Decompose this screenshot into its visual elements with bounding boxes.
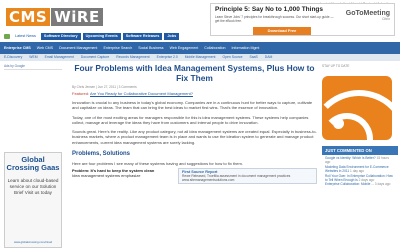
cat-item[interactable]: Web Engagement <box>170 42 199 54</box>
subcategory-nav: E-Discovery WEM Email Management Documen… <box>0 54 400 61</box>
ads-by-google[interactable]: Ads by Google <box>4 64 62 70</box>
side-banner-ad[interactable]: Global Crossing Gaas Learn about cloud-b… <box>4 152 62 248</box>
cat-item[interactable]: Enterprise Search <box>103 42 132 54</box>
cat-item[interactable]: Document Management <box>59 42 97 54</box>
related-report-link[interactable]: www.sitemanagementsolutions.com <box>182 178 313 182</box>
article-byline: By Chris Jensen | Jun 27, 2011 | 3 Comme… <box>72 85 137 89</box>
side-banner-text: Learn about cloud-based service on our S… <box>7 178 59 195</box>
section-heading: Problems, Solutions <box>72 151 131 158</box>
subcat-item[interactable]: Email Management <box>45 54 74 61</box>
article-paragraph: Innovation is crucial to any business in… <box>72 100 313 111</box>
header: CMSWiRE Login | Newsletter | About | Con… <box>0 0 400 42</box>
ad-download-button[interactable]: Download Free <box>253 27 311 35</box>
just-commented-heading: JUST COMMENTED ON <box>322 146 398 155</box>
related-report-box[interactable]: First Source Report Rewe Released, Truef… <box>178 168 317 185</box>
subcat-item[interactable]: Open Source <box>222 54 242 61</box>
logo-left: CMS <box>6 8 51 26</box>
comment-meta: 2 days ago <box>358 178 375 183</box>
comment-title[interactable]: Google vs Identity: Which Is Better? <box>325 156 376 160</box>
nav-jobs[interactable]: Jobs <box>164 33 180 40</box>
comment-item[interactable]: Google vs Identity: Which Is Better? 15 … <box>325 156 395 165</box>
site-logo[interactable]: CMS WiRE <box>6 8 103 26</box>
ad-text: Learn Steve Jobs' 7 principles for break… <box>215 15 334 23</box>
problem-section: Problem: It's hard to keep the system cl… <box>72 168 317 185</box>
subcat-item[interactable]: Document Capture <box>81 54 109 61</box>
comment-meta: 1 day ago <box>350 169 365 174</box>
subcat-item[interactable]: Records Management <box>116 54 149 61</box>
side-banner-title: Global Crossing Gaas <box>6 155 60 172</box>
ad-headline: Principle 5: Say No to 1,000 Things <box>215 6 324 13</box>
banner-ad[interactable]: Principle 5: Say No to 1,000 Things Lear… <box>210 3 395 36</box>
nav-latest-news[interactable]: Latest News <box>12 33 39 40</box>
article-paragraph: Sounds great. Here's the reality. Like a… <box>72 129 317 145</box>
comment-item[interactable]: Roll Your Own: In Enterprise Collaborati… <box>325 174 395 183</box>
ad-brand: GoToMeeting Citrix <box>346 10 390 21</box>
comment-meta: 3 days ago <box>374 182 391 187</box>
subcat-item[interactable]: E-Discovery <box>4 54 22 61</box>
comment-item[interactable]: Enterprise Collaboration: Mobile ... 3 d… <box>325 182 395 186</box>
rss-dot <box>333 118 344 129</box>
category-nav: Enterprise CMS Web CMS Document Manageme… <box>0 42 400 54</box>
subcat-item[interactable]: Mobile Management <box>185 54 216 61</box>
logo-right: WiRE <box>51 8 103 26</box>
cat-item[interactable]: Collaboration <box>204 42 225 54</box>
subcat-item[interactable]: WEM <box>29 54 37 61</box>
main-nav: Latest News Software Directory Upcoming … <box>4 33 180 40</box>
featured-label: Featured: <box>72 91 90 96</box>
article-paragraph: Today, one of the most exciting areas fo… <box>72 114 309 125</box>
featured-line: Featured: Are You Ready for Collaborativ… <box>72 91 317 96</box>
subcat-item[interactable]: Enterprise 2.0 <box>157 54 178 61</box>
right-column: STAY UP TO DATE JUST COMMENTED ON Google… <box>322 64 398 188</box>
subcat-item[interactable]: DAM <box>265 54 273 61</box>
subcat-item[interactable]: SaaS <box>249 54 257 61</box>
article-paragraph: Here are four problems I see many of the… <box>72 161 243 167</box>
ad-brand-name: GoToMeeting <box>345 10 390 17</box>
side-banner-link[interactable]: www.globalcrossing.com/cloud <box>5 240 61 244</box>
nav-upcoming-events[interactable]: Upcoming Events <box>82 33 121 40</box>
left-column: Ads by Google <box>4 64 62 70</box>
featured-link[interactable]: Are You Ready for Collaborative Document… <box>90 91 193 96</box>
rss-feed-icon[interactable] <box>322 76 392 140</box>
cat-item[interactable]: Social Business <box>138 42 163 54</box>
nav-software-releases[interactable]: Software Releases <box>122 33 163 40</box>
stay-up-to-date-label: STAY UP TO DATE <box>322 64 350 68</box>
problem-text: Idea management systems emphasize <box>72 173 141 179</box>
comment-title[interactable]: Enterprise Collaboration: Mobile ... <box>325 182 374 186</box>
cat-item[interactable]: Enterprise CMS <box>4 42 31 54</box>
ad-brand-sub: Citrix <box>382 17 390 21</box>
comment-item[interactable]: Modeling Data Environment for E-Commerce… <box>325 165 395 174</box>
problem-text-block: Problem: It's hard to keep the system cl… <box>72 168 172 184</box>
feed-icon <box>4 34 10 39</box>
comment-list: Google vs Identity: Which Is Better? 15 … <box>322 155 398 188</box>
nav-software-directory[interactable]: Software Directory <box>40 33 81 40</box>
cat-item[interactable]: Web CMS <box>37 42 53 54</box>
article: Four Problems with Idea Management Syste… <box>72 63 317 185</box>
cat-item[interactable]: Information Mgmt <box>231 42 259 54</box>
article-title: Four Problems with Idea Management Syste… <box>74 63 315 83</box>
